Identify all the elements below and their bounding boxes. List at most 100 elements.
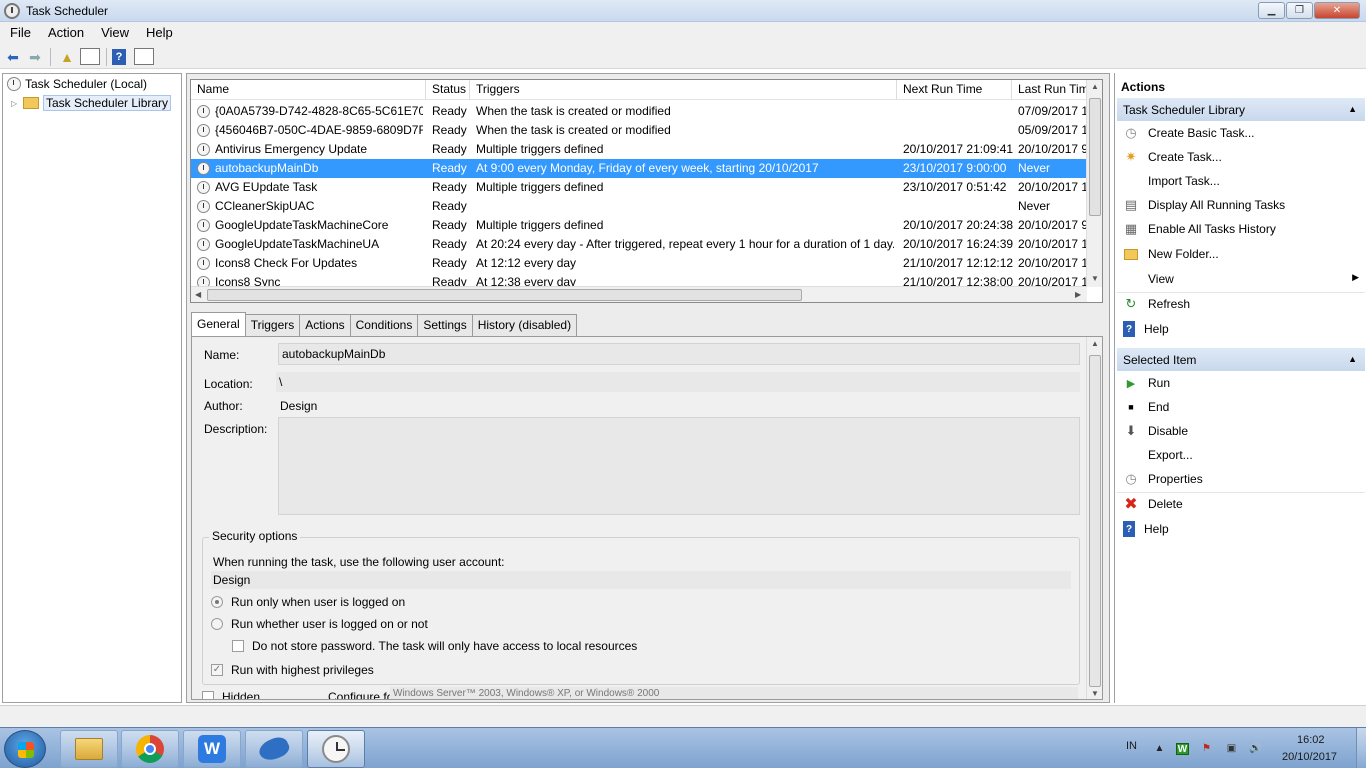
table-row[interactable]: AVG EUpdate Task Ready Multiple triggers d… (191, 178, 1088, 197)
tab-history[interactable]: History (disabled) (471, 314, 578, 336)
flag-warning-icon[interactable]: ⚑ (1200, 743, 1213, 755)
taskbar-wps[interactable]: W (183, 730, 241, 768)
action-create-task[interactable]: ✷ Create Task... (1123, 146, 1359, 168)
restore-button[interactable]: ❐ (1286, 2, 1313, 19)
radio-logged-on[interactable] (211, 596, 223, 608)
tree-item-root[interactable]: Task Scheduler (Local) (7, 77, 147, 91)
menu-view[interactable]: View (91, 22, 136, 44)
menu-action[interactable]: Action (38, 22, 91, 44)
menu-help[interactable]: Help (136, 22, 180, 44)
scroll-left-icon[interactable]: ◀ (195, 290, 201, 299)
action-create-basic-task[interactable]: ◷ Create Basic Task... (1123, 122, 1359, 144)
action-enable-history[interactable]: ▦ Enable All Tasks History (1123, 218, 1359, 240)
taskbar-chrome[interactable] (121, 730, 179, 768)
collapse-caret-icon[interactable]: ▲ (1348, 104, 1357, 114)
column-header-next-run[interactable]: Next Run Time (897, 80, 1012, 100)
show-hide-action-pane-icon[interactable] (134, 48, 154, 65)
taskbar-dolphin[interactable] (245, 730, 303, 768)
details-vertical-scrollbar[interactable]: ▲ ▼ (1086, 337, 1102, 699)
show-hide-console-tree-icon[interactable] (80, 48, 100, 65)
action-import-task[interactable]: Import Task... (1123, 170, 1359, 192)
radio-whether-logged-on[interactable] (211, 618, 223, 630)
tab-triggers[interactable]: Triggers (244, 314, 301, 336)
expand-arrow-icon[interactable]: ▷ (11, 99, 19, 108)
task-list-horizontal-scrollbar[interactable]: ◀ ▶ (191, 286, 1087, 302)
table-row[interactable]: Antivirus Emergency Update Ready Multiple … (191, 140, 1088, 159)
column-header-last-run[interactable]: Last Run Time (1012, 80, 1088, 100)
table-row[interactable]: {0A0A5739-D742-4828-8C65-5C61E70... Ready… (191, 102, 1088, 121)
tab-general[interactable]: General (191, 312, 246, 336)
show-desktop-button[interactable] (1356, 728, 1366, 768)
action-new-folder[interactable]: New Folder... (1123, 243, 1359, 265)
column-header-status[interactable]: Status (426, 80, 470, 100)
up-folder-icon[interactable]: ▲ (58, 48, 76, 66)
name-field[interactable]: autobackupMainDb (278, 343, 1080, 365)
scroll-up-icon[interactable]: ▲ (1091, 82, 1099, 91)
action-refresh[interactable]: ↻ Refresh (1123, 293, 1359, 315)
action-end[interactable]: ■ End (1123, 396, 1359, 418)
description-field[interactable] (278, 417, 1080, 515)
disable-icon: ⬇ (1125, 423, 1137, 438)
taskbar-explorer[interactable] (60, 730, 118, 768)
highest-privileges-checkbox[interactable]: ✓ (211, 664, 223, 676)
network-app-tray-icon[interactable]: W (1176, 743, 1189, 755)
volume-icon[interactable]: 🔊 (1249, 743, 1262, 755)
start-button[interactable] (4, 730, 46, 768)
action-export[interactable]: Export... (1123, 444, 1359, 466)
end-icon: ■ (1128, 402, 1134, 412)
column-header-name[interactable]: Name (191, 80, 426, 100)
window-controls: ▁ ❐ ✕ (1258, 2, 1360, 19)
action-help-library[interactable]: ? Help (1123, 318, 1359, 340)
action-disable[interactable]: ⬇ Disable (1123, 420, 1359, 442)
clock-time[interactable]: 16:02 (1297, 734, 1325, 746)
table-row[interactable]: GoogleUpdateTaskMachineUA Ready At 20:24 e… (191, 235, 1088, 254)
action-display-running-tasks[interactable]: ▤ Display All Running Tasks (1123, 194, 1359, 216)
help-icon[interactable]: ? (112, 49, 126, 65)
tree-item-library[interactable]: ▷ Task Scheduler Library (11, 95, 172, 111)
task-cell-status: Ready (432, 161, 467, 175)
network-icon[interactable]: ▣ (1225, 743, 1238, 755)
tab-actions[interactable]: Actions (299, 314, 351, 336)
table-row[interactable]: Icons8 Check For Updates Ready At 12:12 ev… (191, 254, 1088, 273)
do-not-store-password-checkbox[interactable] (232, 640, 244, 652)
task-cell-last-run: 20/10/2017 15 (1018, 237, 1088, 251)
scroll-down-icon[interactable]: ▼ (1091, 274, 1099, 283)
minimize-button[interactable]: ▁ (1258, 2, 1285, 19)
clock-date[interactable]: 20/10/2017 (1282, 751, 1337, 763)
menu-file[interactable]: File (0, 22, 38, 44)
column-header-triggers[interactable]: Triggers (470, 80, 897, 100)
back-arrow-icon[interactable]: ⬅ (4, 48, 22, 66)
hidden-checkbox[interactable] (202, 691, 214, 699)
radio-logged-on-label: Run only when user is logged on (231, 595, 406, 609)
action-view[interactable]: View ▶ (1123, 268, 1359, 290)
scroll-thumb[interactable] (1089, 98, 1101, 216)
table-row[interactable]: GoogleUpdateTaskMachineCore Ready Multiple… (191, 216, 1088, 235)
tab-settings[interactable]: Settings (417, 314, 473, 336)
configure-for-select[interactable]: Windows Server™ 2003, Windows® XP, or Wi… (390, 687, 1078, 699)
import-task-icon (1123, 173, 1139, 189)
scroll-thumb[interactable] (207, 289, 802, 301)
section-selected-item[interactable]: Selected Item ▲ (1117, 348, 1365, 371)
scroll-down-icon[interactable]: ▼ (1091, 689, 1099, 698)
tab-conditions[interactable]: Conditions (349, 314, 419, 336)
table-row[interactable]: CCleanerSkipUAC Ready Never (191, 197, 1087, 216)
close-button[interactable]: ✕ (1314, 2, 1360, 19)
task-list-vertical-scrollbar[interactable]: ▲ ▼ (1086, 80, 1102, 287)
action-run[interactable]: ▶ Run (1123, 372, 1359, 394)
scroll-up-icon[interactable]: ▲ (1091, 339, 1099, 348)
table-row[interactable]: autobackupMainDb Ready At 9:00 every Monda… (191, 159, 1087, 178)
action-delete[interactable]: ✖ Delete (1123, 493, 1359, 515)
scroll-thumb[interactable] (1089, 355, 1101, 687)
action-label: Help (1144, 522, 1169, 536)
collapse-caret-icon[interactable]: ▲ (1348, 354, 1357, 364)
section-task-scheduler-library[interactable]: Task Scheduler Library ▲ (1117, 98, 1365, 121)
scroll-right-icon[interactable]: ▶ (1075, 290, 1081, 299)
show-hidden-icons-icon[interactable]: ▲ (1153, 743, 1166, 755)
action-help-selected[interactable]: ? Help (1123, 518, 1359, 540)
task-cell-next-run: 21/10/2017 12:12:12 (903, 256, 1013, 270)
table-row[interactable]: {456046B7-050C-4DAE-9859-6809D7F... Ready… (191, 121, 1088, 140)
taskbar-task-scheduler[interactable] (307, 730, 365, 768)
action-properties[interactable]: ◷ Properties (1123, 468, 1359, 490)
forward-arrow-icon[interactable]: ➡ (26, 48, 44, 66)
language-indicator[interactable]: IN (1126, 740, 1137, 752)
